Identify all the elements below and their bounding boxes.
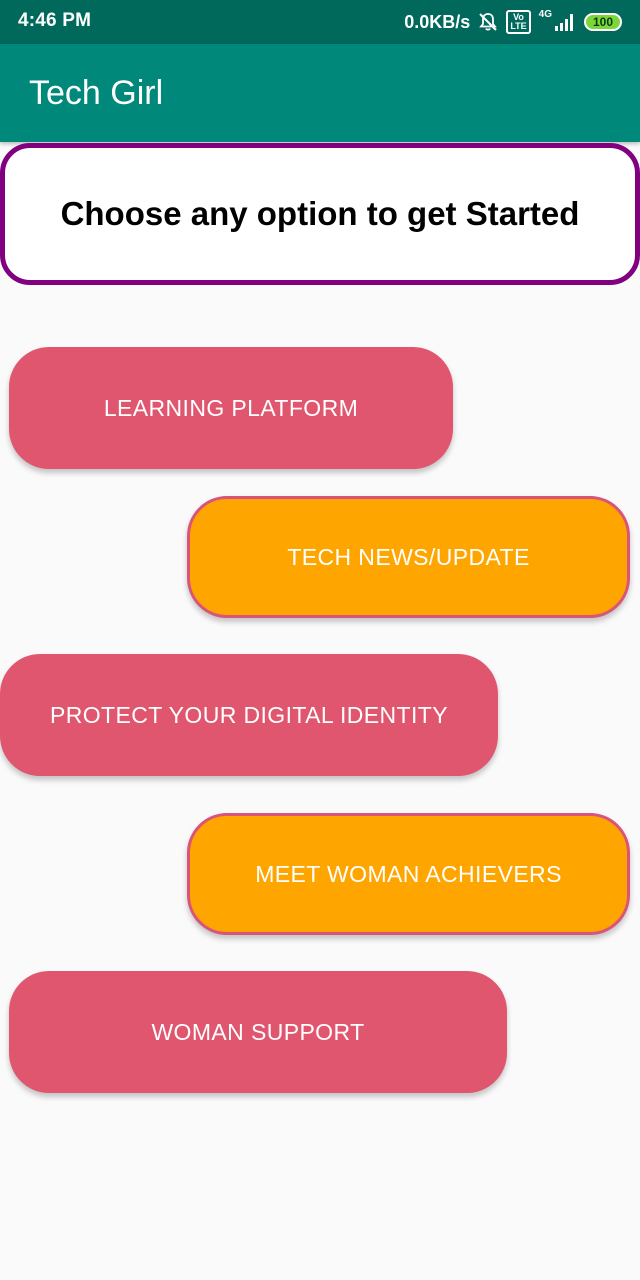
signal-icon (554, 13, 576, 31)
volte-icon: Vo LTE (506, 10, 531, 34)
tech-news-label: TECH NEWS/UPDATE (287, 543, 530, 570)
learning-platform-button[interactable]: LEARNING PLATFORM (9, 347, 453, 469)
status-bar: 4:46 PM 0.0KB/s Vo LTE 4G 100 (0, 0, 640, 44)
protect-digital-identity-label: PROTECT YOUR DIGITAL IDENTITY (50, 701, 448, 728)
status-icons: 0.0KB/s Vo LTE 4G 100 (404, 9, 622, 35)
tech-news-button[interactable]: TECH NEWS/UPDATE (187, 496, 630, 618)
meet-woman-achievers-button[interactable]: MEET WOMAN ACHIEVERS (187, 813, 630, 935)
network-type: 4G (538, 9, 552, 20)
protect-digital-identity-button[interactable]: PROTECT YOUR DIGITAL IDENTITY (0, 654, 498, 776)
woman-support-button[interactable]: WOMAN SUPPORT (9, 971, 507, 1093)
mute-bell-icon (478, 12, 498, 32)
network-speed: 0.0KB/s (404, 11, 471, 32)
learning-platform-label: LEARNING PLATFORM (103, 394, 359, 421)
status-time: 4:46 PM (18, 10, 92, 31)
header-text: Choose any option to get Started (60, 195, 580, 232)
header-card: Choose any option to get Started (0, 143, 640, 285)
battery-level: 100 (592, 15, 614, 29)
woman-support-label: WOMAN SUPPORT (151, 1018, 365, 1045)
app-title: Tech Girl (29, 74, 164, 112)
battery-icon: 100 (584, 13, 622, 31)
meet-woman-achievers-label: MEET WOMAN ACHIEVERS (255, 860, 562, 887)
app-bar: Tech Girl (0, 44, 640, 142)
